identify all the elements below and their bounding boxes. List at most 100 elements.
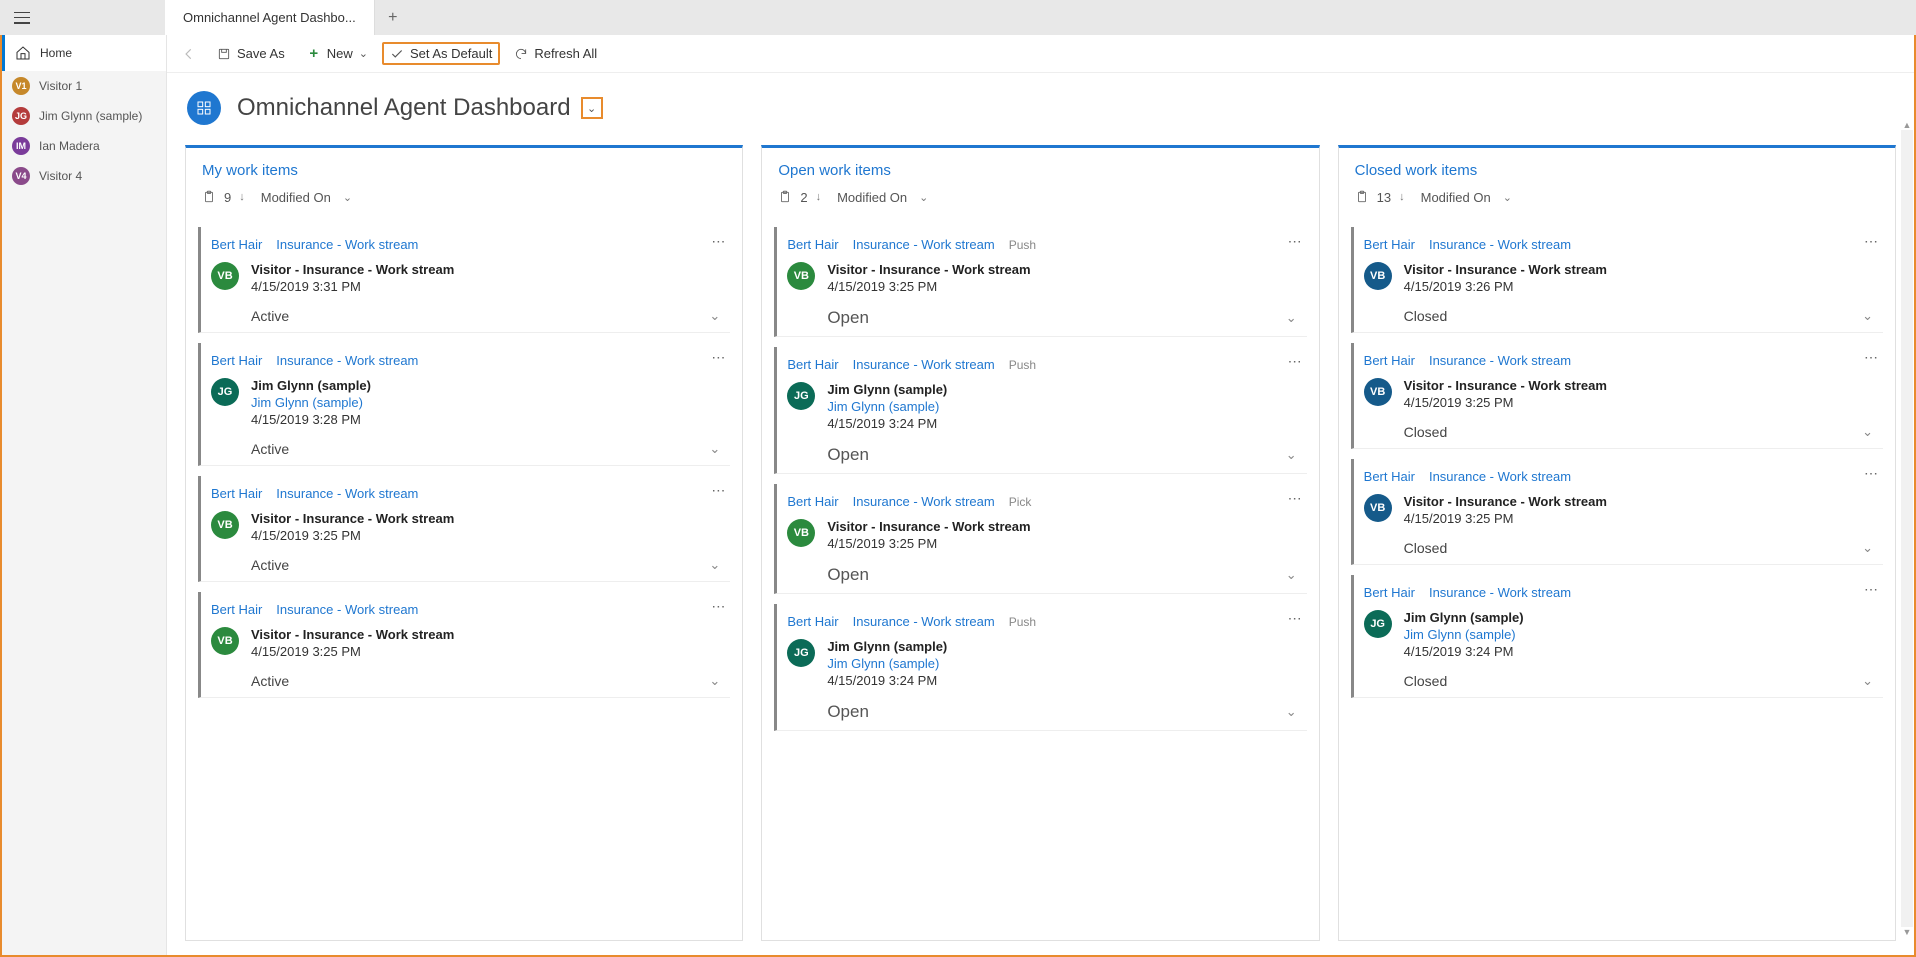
save-as-button[interactable]: Save As <box>209 42 293 65</box>
new-label: New <box>327 46 353 61</box>
chevron-down-icon[interactable]: ⌄ <box>919 191 928 204</box>
command-bar: Save As + New ⌄ Set As Default Refresh A… <box>167 35 1914 73</box>
chevron-down-icon[interactable]: ⌄ <box>1503 191 1512 204</box>
card-stream-link[interactable]: Insurance - Work stream <box>276 486 418 501</box>
chevron-down-icon[interactable]: ⌄ <box>1862 673 1873 689</box>
card-more-button[interactable]: ⋯ <box>711 349 726 366</box>
card-more-button[interactable]: ⋯ <box>1864 233 1879 250</box>
work-item-card[interactable]: ⋯ Bert Hair Insurance - Work stream Push… <box>774 227 1306 337</box>
work-item-card[interactable]: ⋯ Bert Hair Insurance - Work stream VB V… <box>1351 343 1883 449</box>
tab-dashboard[interactable]: Omnichannel Agent Dashbo... <box>165 0 375 35</box>
card-more-button[interactable]: ⋯ <box>711 598 726 615</box>
chevron-down-icon[interactable]: ⌄ <box>1286 704 1297 720</box>
card-owner-link[interactable]: Bert Hair <box>1364 469 1415 484</box>
tab-bar: Omnichannel Agent Dashbo... + <box>0 0 1916 36</box>
card-more-button[interactable]: ⋯ <box>1864 349 1879 366</box>
card-more-button[interactable]: ⋯ <box>1288 610 1303 627</box>
work-item-card[interactable]: ⋯ Bert Hair Insurance - Work stream VB V… <box>198 592 730 698</box>
chevron-down-icon[interactable]: ⌄ <box>1286 310 1297 326</box>
chevron-down-icon[interactable]: ⌄ <box>1286 567 1297 583</box>
sidebar-item-session[interactable]: V1Visitor 1 <box>2 71 166 101</box>
set-default-button[interactable]: Set As Default <box>382 42 500 65</box>
card-date: 4/15/2019 3:28 PM <box>251 412 371 427</box>
card-owner-link[interactable]: Bert Hair <box>1364 237 1415 252</box>
sort-field[interactable]: Modified On <box>1421 190 1491 205</box>
refresh-all-button[interactable]: Refresh All <box>506 42 605 65</box>
card-owner-link[interactable]: Bert Hair <box>787 494 838 509</box>
page-header: Omnichannel Agent Dashboard ⌄ <box>167 73 1914 133</box>
work-item-card[interactable]: ⋯ Bert Hair Insurance - Work stream VB V… <box>1351 459 1883 565</box>
dashboard-selector[interactable]: ⌄ <box>581 97 603 119</box>
hamburger-menu[interactable] <box>14 12 30 24</box>
sort-direction-icon[interactable]: ↓ <box>239 191 245 203</box>
sidebar-item-session[interactable]: V4Visitor 4 <box>2 161 166 191</box>
card-owner-link[interactable]: Bert Hair <box>211 353 262 368</box>
card-more-button[interactable]: ⋯ <box>1864 465 1879 482</box>
work-item-card[interactable]: ⋯ Bert Hair Insurance - Work stream VB V… <box>1351 227 1883 333</box>
card-sublink[interactable]: Jim Glynn (sample) <box>827 399 947 414</box>
card-owner-link[interactable]: Bert Hair <box>787 237 838 252</box>
sort-field[interactable]: Modified On <box>837 190 907 205</box>
card-stream-link[interactable]: Insurance - Work stream <box>853 494 995 509</box>
chevron-down-icon[interactable]: ⌄ <box>709 441 720 457</box>
card-stream-link[interactable]: Insurance - Work stream <box>1429 585 1571 600</box>
card-sublink[interactable]: Jim Glynn (sample) <box>251 395 371 410</box>
card-stream-link[interactable]: Insurance - Work stream <box>1429 237 1571 252</box>
card-owner-link[interactable]: Bert Hair <box>1364 353 1415 368</box>
clipboard-icon <box>1355 189 1369 205</box>
chevron-down-icon[interactable]: ⌄ <box>709 557 720 573</box>
card-stream-link[interactable]: Insurance - Work stream <box>1429 469 1571 484</box>
card-more-button[interactable]: ⋯ <box>711 482 726 499</box>
chevron-down-icon[interactable]: ⌄ <box>1862 540 1873 556</box>
card-owner-link[interactable]: Bert Hair <box>787 614 838 629</box>
work-item-card[interactable]: ⋯ Bert Hair Insurance - Work stream VB V… <box>198 227 730 333</box>
card-title: Visitor - Insurance - Work stream <box>251 262 454 277</box>
new-button[interactable]: + New ⌄ <box>299 42 376 65</box>
work-item-card[interactable]: ⋯ Bert Hair Insurance - Work stream Push… <box>774 347 1306 474</box>
card-date: 4/15/2019 3:25 PM <box>827 536 1030 551</box>
chevron-down-icon[interactable]: ⌄ <box>343 191 352 204</box>
work-item-card[interactable]: ⋯ Bert Hair Insurance - Work stream JG J… <box>198 343 730 466</box>
avatar: JG <box>787 382 815 410</box>
card-more-button[interactable]: ⋯ <box>1288 233 1303 250</box>
card-stream-link[interactable]: Insurance - Work stream <box>853 357 995 372</box>
card-more-button[interactable]: ⋯ <box>1288 353 1303 370</box>
card-stream-link[interactable]: Insurance - Work stream <box>276 353 418 368</box>
tab-add[interactable]: + <box>375 0 411 35</box>
card-stream-link[interactable]: Insurance - Work stream <box>276 237 418 252</box>
work-item-card[interactable]: ⋯ Bert Hair Insurance - Work stream JG J… <box>1351 575 1883 698</box>
work-item-card[interactable]: ⋯ Bert Hair Insurance - Work stream VB V… <box>198 476 730 582</box>
work-item-card[interactable]: ⋯ Bert Hair Insurance - Work stream Push… <box>774 604 1306 731</box>
column-title: Closed work items <box>1355 162 1879 179</box>
card-more-button[interactable]: ⋯ <box>711 233 726 250</box>
sidebar-item-session[interactable]: JGJim Glynn (sample) <box>2 101 166 131</box>
card-stream-link[interactable]: Insurance - Work stream <box>853 237 995 252</box>
card-more-button[interactable]: ⋯ <box>1288 490 1303 507</box>
chevron-down-icon[interactable]: ⌄ <box>1862 424 1873 440</box>
card-sublink[interactable]: Jim Glynn (sample) <box>1404 627 1524 642</box>
sort-direction-icon[interactable]: ↓ <box>816 191 822 203</box>
card-date: 4/15/2019 3:25 PM <box>827 279 1030 294</box>
card-stream-link[interactable]: Insurance - Work stream <box>1429 353 1571 368</box>
card-mode-badge: Push <box>1009 615 1036 629</box>
card-owner-link[interactable]: Bert Hair <box>787 357 838 372</box>
card-stream-link[interactable]: Insurance - Work stream <box>853 614 995 629</box>
sort-direction-icon[interactable]: ↓ <box>1399 191 1405 203</box>
card-owner-link[interactable]: Bert Hair <box>211 486 262 501</box>
sort-field[interactable]: Modified On <box>261 190 331 205</box>
chevron-down-icon[interactable]: ⌄ <box>1286 447 1297 463</box>
chevron-down-icon[interactable]: ⌄ <box>1862 308 1873 324</box>
chevron-down-icon[interactable]: ⌄ <box>709 673 720 689</box>
chevron-down-icon[interactable]: ⌄ <box>709 308 720 324</box>
back-button[interactable] <box>175 47 203 61</box>
card-owner-link[interactable]: Bert Hair <box>1364 585 1415 600</box>
vertical-scrollbar[interactable]: ▲ ▼ <box>1900 120 1914 937</box>
sidebar-home[interactable]: Home <box>2 35 166 71</box>
work-item-card[interactable]: ⋯ Bert Hair Insurance - Work stream Pick… <box>774 484 1306 594</box>
sidebar-item-session[interactable]: IMIan Madera <box>2 131 166 161</box>
card-owner-link[interactable]: Bert Hair <box>211 602 262 617</box>
card-sublink[interactable]: Jim Glynn (sample) <box>827 656 947 671</box>
card-more-button[interactable]: ⋯ <box>1864 581 1879 598</box>
card-stream-link[interactable]: Insurance - Work stream <box>276 602 418 617</box>
card-owner-link[interactable]: Bert Hair <box>211 237 262 252</box>
